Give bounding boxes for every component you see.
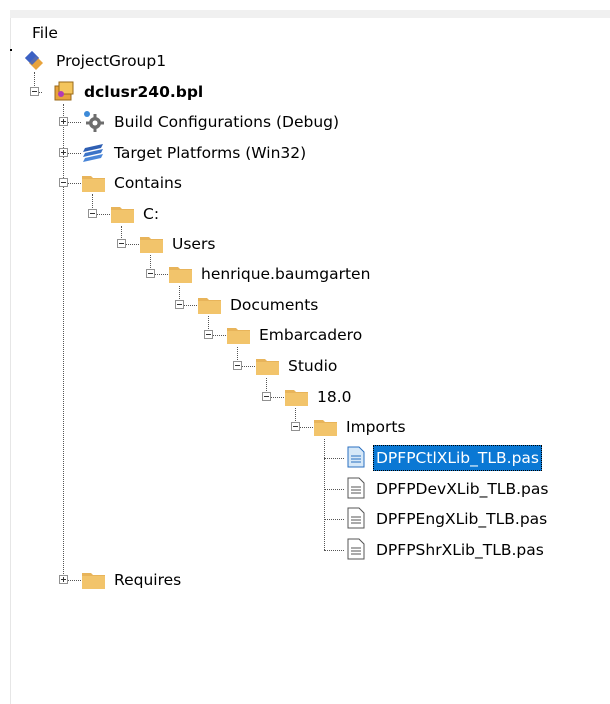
tree-node-file[interactable]: DPFPEngXLib_TLB.pas (0, 506, 600, 532)
tree-node-build-configurations[interactable]: Build Configurations (Debug) (0, 109, 380, 135)
collapse-toggle[interactable] (291, 422, 300, 431)
folder-icon (227, 328, 250, 344)
platforms-icon (83, 144, 103, 162)
folder-icon (169, 267, 192, 283)
collapse-toggle[interactable] (233, 361, 242, 370)
folder-icon (285, 390, 308, 406)
pascal-file-icon (347, 538, 365, 560)
folder-icon (82, 176, 105, 192)
gear-icon (84, 111, 104, 132)
tree-node-label: dclusr240.bpl (84, 83, 204, 101)
tree-node-label: DPFPCtlXLib_TLB.pas (373, 445, 542, 471)
tree-node-target-platforms[interactable]: Target Platforms (Win32) (0, 140, 340, 166)
tree-node-label: Contains (114, 174, 182, 192)
pascal-file-icon (347, 477, 365, 499)
package-icon (54, 81, 74, 101)
tree-node-folder[interactable]: Studio (0, 353, 360, 379)
tree-node-label: DPFPShrXLib_TLB.pas (376, 541, 544, 559)
tree-node-label: Documents (230, 296, 319, 314)
expand-toggle[interactable] (59, 148, 68, 157)
tree-node-label: 18.0 (317, 388, 352, 406)
tree-node-contains[interactable]: Contains (0, 170, 200, 196)
tree-node-folder[interactable]: Users (0, 231, 260, 257)
folder-icon (256, 359, 279, 375)
tree-node-folder[interactable]: Documents (0, 292, 340, 318)
folder-icon (198, 298, 221, 314)
pascal-file-icon (347, 446, 365, 468)
tree-node-folder[interactable]: Embarcadero (0, 322, 380, 348)
folder-icon (140, 237, 163, 253)
project-group-icon (25, 51, 43, 70)
collapse-toggle[interactable] (262, 392, 271, 401)
tree-node-label: DPFPEngXLib_TLB.pas (376, 510, 548, 528)
collapse-toggle[interactable] (175, 300, 184, 309)
tree-node-label: Target Platforms (Win32) (114, 144, 307, 162)
tree-node-label: Embarcadero (259, 326, 363, 344)
panel-top-strip (10, 10, 610, 18)
tree-node-label: ProjectGroup1 (56, 52, 167, 70)
menu-bar: File (30, 22, 60, 44)
folder-icon (111, 207, 134, 223)
collapse-toggle[interactable] (30, 87, 39, 96)
collapse-toggle[interactable] (59, 178, 68, 187)
tree-node-label: Studio (288, 357, 338, 375)
collapse-toggle[interactable] (204, 330, 213, 339)
expand-toggle[interactable] (59, 575, 68, 584)
tree-node-label: C: (143, 205, 160, 223)
tree-node-file[interactable]: DPFPShrXLib_TLB.pas (0, 537, 600, 563)
menu-file[interactable]: File (30, 24, 60, 42)
tree-node-folder[interactable]: henrique.baumgarten (0, 261, 400, 287)
collapse-toggle[interactable] (146, 269, 155, 278)
tree-node-package[interactable]: dclusr240.bpl (0, 79, 240, 105)
tree-node-label: DPFPDevXLib_TLB.pas (376, 480, 549, 498)
tree-node-label: henrique.baumgarten (201, 265, 371, 283)
tree-node-requires[interactable]: Requires (0, 567, 200, 593)
tree-node-folder[interactable]: 18.0 (0, 384, 360, 410)
tree-node-file[interactable]: DPFPCtlXLib_TLB.pas (0, 445, 600, 471)
panel-edge-marker (10, 49, 12, 51)
pascal-file-icon (347, 507, 365, 529)
tree-node-project-group[interactable]: ProjectGroup1 (22, 48, 222, 74)
expand-toggle[interactable] (59, 117, 68, 126)
folder-icon (82, 573, 105, 589)
tree-node-label: Imports (346, 418, 406, 436)
collapse-toggle[interactable] (117, 239, 126, 248)
tree-node-folder[interactable]: Imports (0, 414, 420, 440)
tree-node-folder[interactable]: C: (0, 201, 200, 227)
tree-node-label: Users (172, 235, 216, 253)
tree-node-label: Build Configurations (Debug) (114, 113, 340, 131)
folder-icon (314, 420, 337, 436)
tree-node-label: Requires (114, 571, 182, 589)
tree-node-file[interactable]: DPFPDevXLib_TLB.pas (0, 476, 600, 502)
collapse-toggle[interactable] (88, 209, 97, 218)
